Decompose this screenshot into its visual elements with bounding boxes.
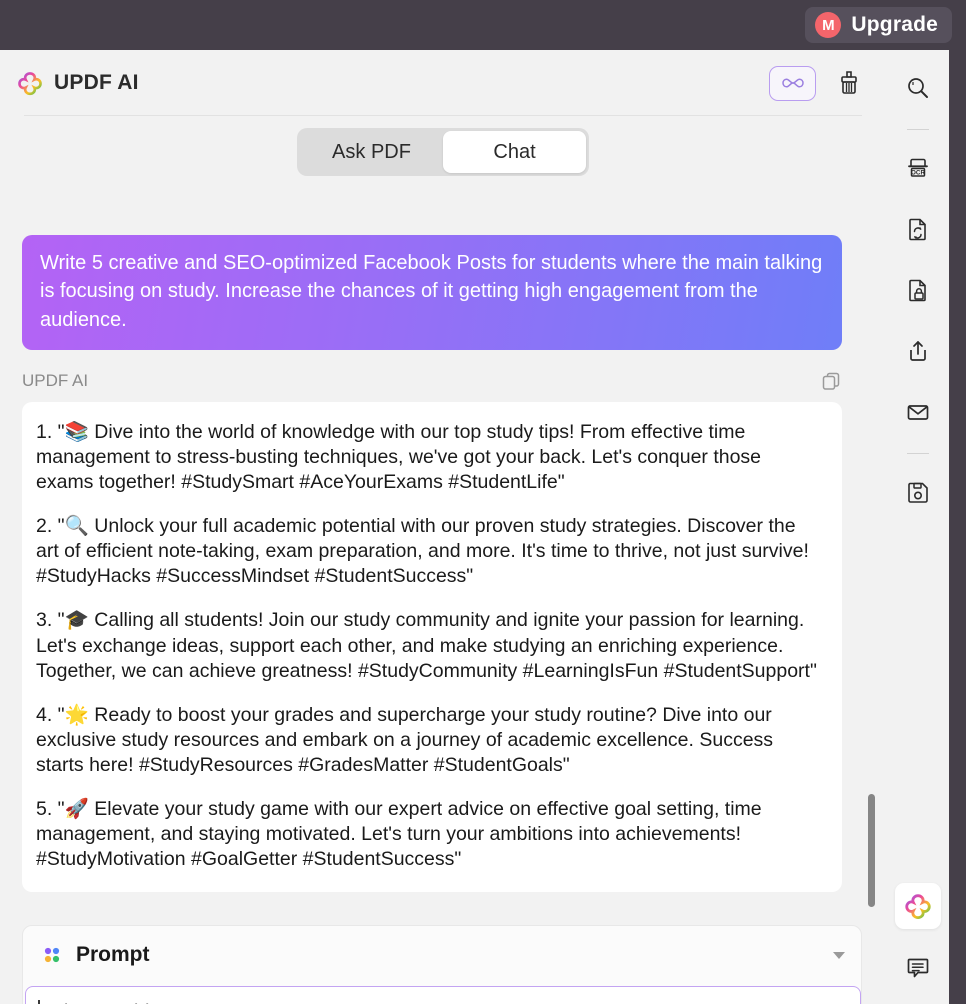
send-button[interactable] bbox=[812, 997, 846, 1004]
floppy-save-icon bbox=[904, 478, 932, 506]
toolbar-divider bbox=[906, 129, 929, 130]
infinity-icon bbox=[780, 76, 806, 90]
assistant-meta-row: UPDF AI bbox=[22, 370, 842, 392]
ai-panel: UPDF AI Ask PDF Chat Write 5 creative an… bbox=[0, 50, 949, 1004]
brush-icon bbox=[838, 70, 860, 96]
prompt-type-selector[interactable]: Prompt bbox=[23, 926, 861, 984]
tab-chat[interactable]: Chat bbox=[443, 131, 586, 173]
sidebar-item-updf-ai[interactable] bbox=[894, 883, 941, 929]
ask-input-wrapper[interactable] bbox=[25, 986, 861, 1004]
four-dots-icon bbox=[41, 944, 63, 966]
membership-badge: M bbox=[815, 12, 842, 38]
text-cursor bbox=[38, 1000, 40, 1004]
sidebar-item-save[interactable] bbox=[895, 469, 941, 515]
brand: UPDF AI bbox=[16, 69, 139, 97]
response-paragraph: 5. "🚀 Elevate your study game with our e… bbox=[36, 797, 762, 870]
response-paragraph: 2. "🔍 Unlock your full academic potentia… bbox=[36, 515, 809, 588]
conversation-scrollbar-thumb[interactable] bbox=[868, 794, 875, 907]
response-paragraph: 3. "🎓 Calling all students! Join our stu… bbox=[36, 609, 817, 682]
updf-clover-logo-icon bbox=[16, 69, 44, 97]
svg-text:OCR: OCR bbox=[911, 169, 925, 176]
ai-panel-header: UPDF AI bbox=[0, 50, 886, 116]
prompt-composer: Prompt bbox=[22, 925, 862, 1004]
infinity-mode-button[interactable] bbox=[769, 65, 816, 101]
title-bar: M Upgrade bbox=[0, 0, 966, 50]
assistant-label: UPDF AI bbox=[22, 371, 89, 391]
page-title: UPDF AI bbox=[54, 71, 139, 94]
user-message-bubble: Write 5 creative and SEO-optimized Faceb… bbox=[22, 235, 842, 351]
search-icon bbox=[904, 74, 932, 102]
assistant-response-card: 1. "📚 Dive into the world of knowledge w… bbox=[22, 402, 842, 892]
prompt-label: Prompt bbox=[76, 943, 150, 966]
convert-document-icon bbox=[904, 215, 932, 243]
lock-document-icon bbox=[904, 276, 932, 304]
sidebar-item-mail[interactable] bbox=[895, 389, 941, 435]
sidebar-item-share[interactable] bbox=[895, 328, 941, 374]
search-input[interactable] bbox=[40, 1000, 812, 1004]
share-upload-icon bbox=[904, 337, 932, 365]
sidebar-item-comment[interactable] bbox=[895, 944, 941, 990]
mode-tabs: Ask PDF Chat bbox=[0, 128, 886, 176]
chevron-down-icon[interactable] bbox=[833, 951, 845, 959]
sidebar-item-convert[interactable] bbox=[895, 206, 941, 252]
tab-ask-pdf[interactable]: Ask PDF bbox=[300, 131, 443, 173]
conversation-scroll-area: Write 5 creative and SEO-optimized Faceb… bbox=[0, 180, 886, 920]
response-paragraph: 1. "📚 Dive into the world of knowledge w… bbox=[36, 421, 762, 494]
updf-clover-logo-icon bbox=[903, 891, 933, 921]
ocr-icon: OCR bbox=[904, 154, 932, 182]
sidebar-item-protect[interactable] bbox=[895, 267, 941, 313]
app-window: M Upgrade UPDF AI Ask PDF Chat Write 5 c… bbox=[0, 0, 966, 1004]
toolbar-divider bbox=[906, 453, 929, 454]
clear-chat-button[interactable] bbox=[834, 66, 864, 100]
response-paragraph: 4. "🌟 Ready to boost your grades and sup… bbox=[36, 703, 774, 776]
upgrade-button[interactable]: M Upgrade bbox=[805, 7, 952, 43]
copy-response-button[interactable] bbox=[820, 370, 842, 392]
conversation-scrollbar-track[interactable] bbox=[866, 242, 876, 914]
comment-bubble-icon bbox=[904, 953, 932, 981]
upgrade-label: Upgrade bbox=[851, 13, 938, 36]
copy-icon bbox=[821, 371, 841, 391]
header-divider bbox=[24, 115, 862, 116]
envelope-icon bbox=[904, 398, 932, 426]
sidebar-item-ocr[interactable]: OCR bbox=[895, 145, 941, 191]
right-toolbar: OCR bbox=[886, 50, 949, 1004]
sidebar-item-search[interactable] bbox=[895, 65, 941, 111]
